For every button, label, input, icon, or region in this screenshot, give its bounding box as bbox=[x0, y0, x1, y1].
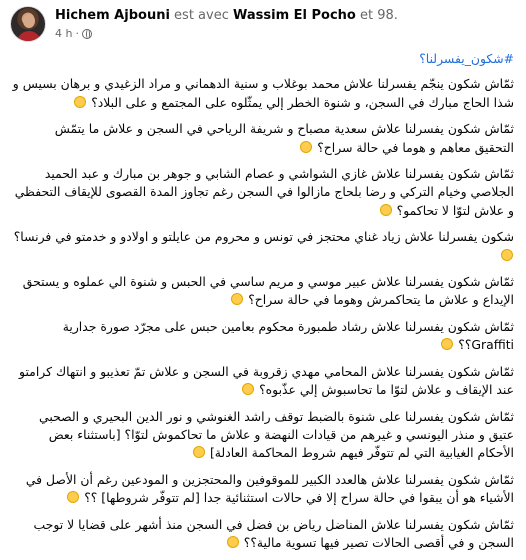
post-paragraph: ثمّاش شكون ينجّم يفسرلنا علاش محمد بوغلا… bbox=[12, 75, 514, 112]
post-paragraph: ثمّاش شكون يفسرلنا علاش عبير موسي و مريم… bbox=[12, 273, 514, 310]
post-paragraph: شكون يفسرلنا علاش زياد غناي محتجز في تون… bbox=[12, 228, 514, 265]
thinking-face-emoji bbox=[300, 140, 313, 153]
thinking-face-emoji bbox=[74, 95, 87, 108]
post-paragraph: ثمّاش شكون يفسرلنا على شنوة بالضبط توقف … bbox=[12, 408, 514, 463]
post-time[interactable]: 4 h bbox=[55, 27, 72, 40]
tagged-person[interactable]: Wassim El Pocho bbox=[233, 8, 356, 23]
avatar-face bbox=[23, 14, 35, 28]
paragraph-text: ثمّاش شكون ينجّم يفسرلنا علاش محمد بوغلا… bbox=[12, 76, 514, 110]
post-author-line: Hichem Ajbouni est avec Wassim El Pocho … bbox=[55, 8, 398, 23]
post-header: Hichem Ajbouni est avec Wassim El Pocho … bbox=[10, 6, 516, 42]
thinking-face-emoji bbox=[242, 383, 255, 396]
post-paragraph: ثمّاش شكون يفسرلنا علاش رشاد طمبورة محكو… bbox=[12, 318, 514, 355]
paragraph-text: ثمّاش شكون يفسرلنا علاش المناضل رياض بن … bbox=[33, 516, 514, 550]
thinking-face-emoji bbox=[67, 491, 80, 504]
facebook-post: Hichem Ajbouni est avec Wassim El Pocho … bbox=[0, 0, 526, 553]
author-name[interactable]: Hichem Ajbouni bbox=[55, 8, 170, 23]
paragraph-text: ثمّاش شكون يفسرلنا علاش سعدية مصباح و شر… bbox=[54, 121, 514, 155]
paragraph-text: ثمّاش شكون يفسرلنا علاش المحامي مهدي زقر… bbox=[19, 363, 514, 398]
with-text: est avec bbox=[174, 8, 229, 23]
thinking-face-emoji bbox=[379, 203, 392, 216]
post-paragraph: ثمّاش شكون يفسرلنا علاش المحامي مهدي زقر… bbox=[12, 363, 514, 400]
post-meta: 4 h · bbox=[55, 27, 92, 40]
hashtag-link[interactable]: #شكون_يفسرلنا؟ bbox=[12, 50, 514, 68]
globe-icon[interactable] bbox=[81, 28, 92, 39]
post-paragraph: ثمّاش شكون يفسرلنا علاش هالعدد الكبير لل… bbox=[12, 471, 514, 508]
thinking-face-emoji bbox=[193, 446, 205, 459]
author-avatar[interactable] bbox=[10, 6, 46, 42]
paragraph-text: ثمّاش شكون يفسرلنا على شنوة بالضبط توقف … bbox=[39, 408, 514, 461]
and-others-link[interactable]: et 98. bbox=[360, 8, 398, 23]
paragraph-text: ثمّاش شكون يفسرلنا علاش هالعدد الكبير لل… bbox=[25, 471, 514, 506]
paragraph-text: ثمّاش شكون يفسرلنا علاش غازي الشواشي و ع… bbox=[14, 166, 514, 218]
thinking-face-emoji bbox=[501, 248, 513, 261]
post-paragraph: ثمّاش شكون يفسرلنا علاش سعدية مصباح و شر… bbox=[12, 120, 514, 157]
thinking-face-emoji bbox=[441, 338, 454, 351]
avatar-shirt bbox=[17, 31, 41, 41]
paragraph-text: شكون يفسرلنا علاش زياد غناي محتجز في تون… bbox=[13, 229, 514, 245]
meta-separator: · bbox=[75, 27, 79, 40]
paragraph-text: ثمّاش شكون يفسرلنا علاش عبير موسي و مريم… bbox=[22, 274, 514, 308]
thinking-face-emoji bbox=[231, 293, 244, 306]
post-paragraph: ثمّاش شكون يفسرلنا علاش غازي الشواشي و ع… bbox=[12, 165, 514, 220]
post-body: #شكون_يفسرلنا؟ ثمّاش شكون ينجّم يفسرلنا … bbox=[12, 50, 514, 560]
thinking-face-emoji bbox=[226, 535, 239, 548]
post-paragraph: ثمّاش شكون يفسرلنا علاش المناضل رياض بن … bbox=[12, 516, 514, 553]
